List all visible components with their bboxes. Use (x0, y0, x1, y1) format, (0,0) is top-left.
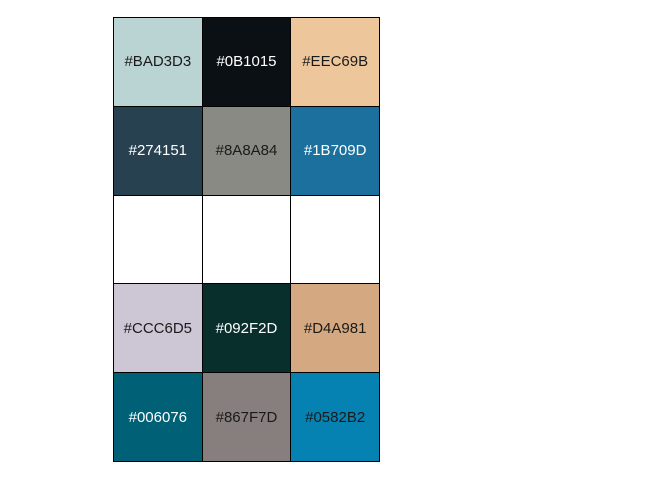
color-swatch: #006076 (114, 373, 202, 461)
color-swatch: #092F2D (202, 284, 291, 373)
empty-swatch (291, 195, 379, 284)
palette-page: #BAD3D3 #0B1015 #EEC69B #274151 #8A8A84 … (0, 0, 672, 480)
color-swatch: #867F7D (202, 373, 291, 461)
color-swatch: #274151 (114, 106, 202, 195)
color-swatch: #0B1015 (202, 18, 291, 106)
color-swatch: #1B709D (291, 106, 379, 195)
empty-swatch (114, 195, 202, 284)
color-swatch: #CCC6D5 (114, 284, 202, 373)
color-swatch: #0582B2 (291, 373, 379, 461)
empty-swatch (202, 195, 291, 284)
color-swatch: #EEC69B (291, 18, 379, 106)
color-swatch-grid: #BAD3D3 #0B1015 #EEC69B #274151 #8A8A84 … (113, 17, 380, 462)
color-swatch: #8A8A84 (202, 106, 291, 195)
color-swatch: #D4A981 (291, 284, 379, 373)
color-swatch: #BAD3D3 (114, 18, 202, 106)
